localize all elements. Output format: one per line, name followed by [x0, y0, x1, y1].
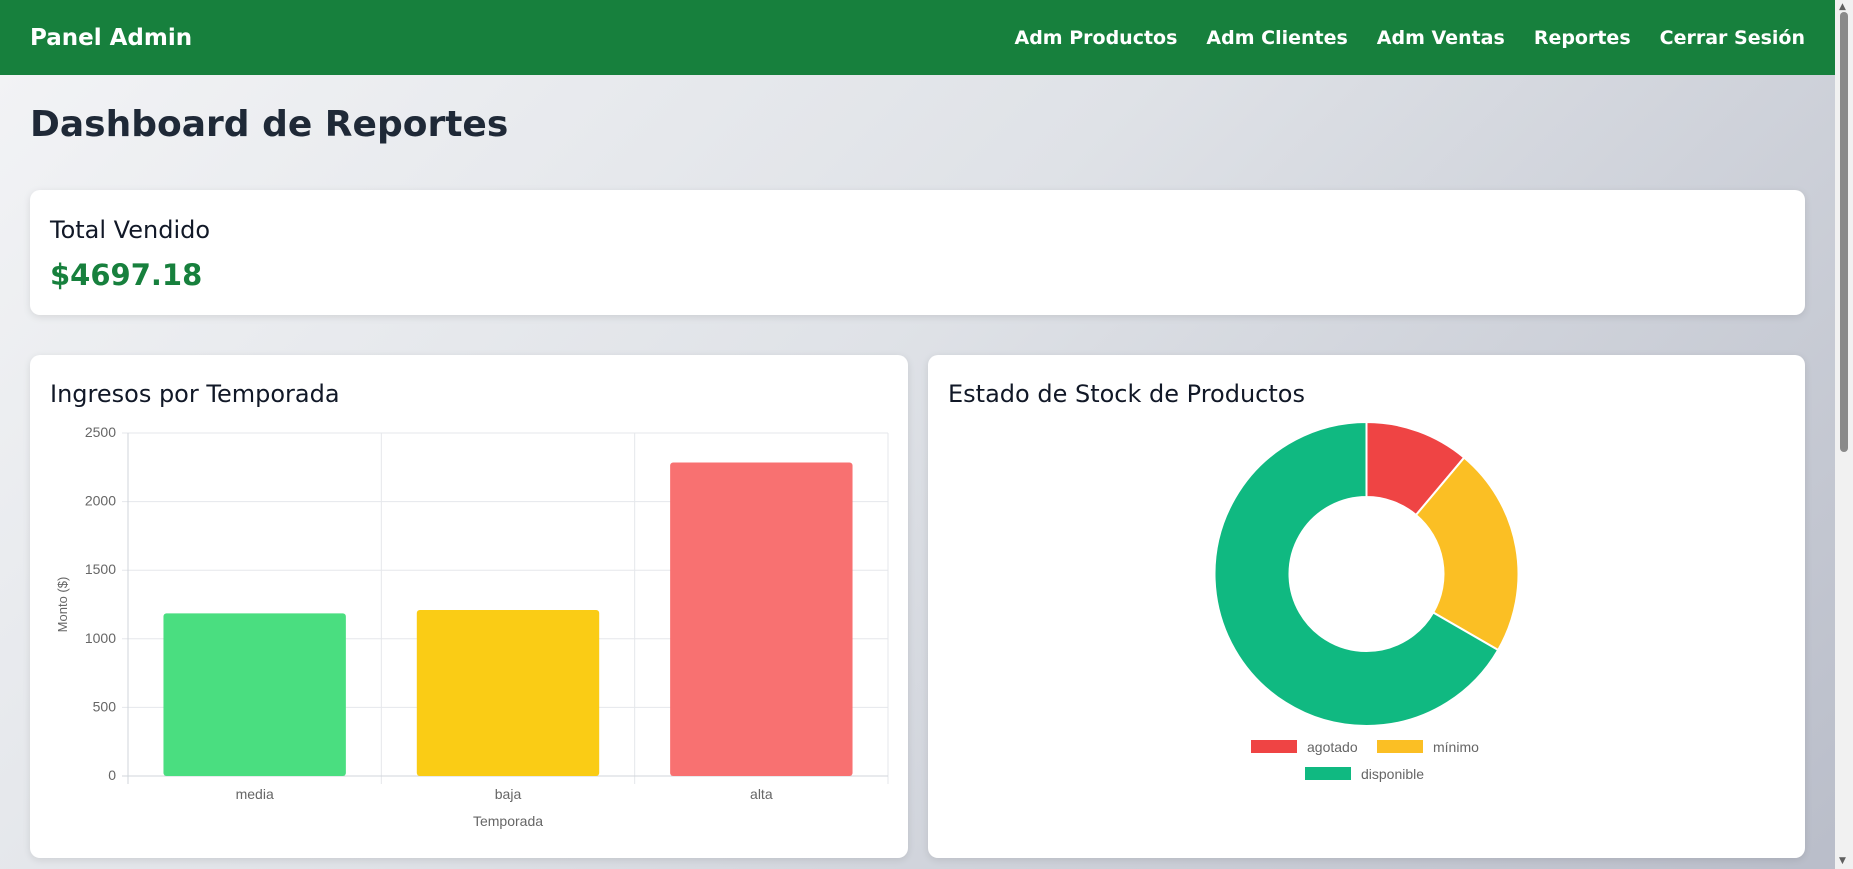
y-tick-label: 1500 [85, 561, 116, 577]
x-tick-label: alta [750, 786, 773, 802]
total-sold-label: Total Vendido [50, 216, 211, 244]
x-tick-label: baja [495, 786, 522, 802]
nav-adm-clientes[interactable]: Adm Clientes [1206, 27, 1347, 49]
y-axis-title: Monto ($) [55, 577, 70, 633]
y-tick-label: 2000 [85, 493, 116, 509]
page-title: Dashboard de Reportes [30, 104, 509, 145]
y-tick-label: 0 [108, 767, 116, 783]
navbar: Panel Admin Adm Productos Adm Clientes A… [0, 0, 1835, 75]
total-sold-card: Total Vendido $4697.18 [30, 190, 1805, 315]
bar-media [163, 613, 346, 776]
legend-label: agotado [1307, 739, 1358, 755]
x-axis-title: Temporada [473, 813, 543, 829]
revenue-by-season-card: Ingresos por Temporada 0 500 1000 1500 2000 2… [30, 355, 908, 858]
y-tick-label: 1000 [85, 630, 116, 646]
scrollbar-thumb[interactable] [1840, 12, 1848, 452]
nav-reportes[interactable]: Reportes [1534, 27, 1631, 49]
scroll-up-arrow-icon[interactable]: ▲ [1839, 2, 1846, 12]
legend-swatch-disponible [1305, 767, 1351, 780]
y-tick-label: 500 [93, 698, 117, 714]
bar-baja [416, 609, 600, 776]
stock-status-card: Estado de Stock de Productos agotado míni… [928, 355, 1805, 858]
legend-swatch-mínimo [1377, 740, 1423, 753]
legend-label: disponible [1361, 766, 1424, 782]
x-tick-label: media [236, 786, 274, 802]
bar-alta [670, 462, 853, 776]
nav-adm-productos[interactable]: Adm Productos [1015, 27, 1178, 49]
nav-cerrar-sesion[interactable]: Cerrar Sesión [1660, 27, 1805, 49]
legend-label: mínimo [1433, 739, 1479, 755]
revenue-bar-chart: 0 500 1000 1500 2000 2500 media baja alta Tempora… [55, 424, 889, 829]
stock-doughnut-chart: agotado mínimo disponible [1213, 420, 1520, 782]
vertical-scrollbar[interactable]: ▲ ▼ [1835, 0, 1853, 869]
y-tick-label: 2500 [85, 424, 116, 440]
nav-links: Adm Productos Adm Clientes Adm Ventas Re… [1015, 27, 1806, 49]
total-sold-value: $4697.18 [50, 258, 203, 292]
legend-swatch-agotado [1251, 740, 1297, 753]
scroll-down-arrow-icon[interactable]: ▼ [1839, 856, 1846, 866]
brand[interactable]: Panel Admin [30, 25, 192, 51]
nav-adm-ventas[interactable]: Adm Ventas [1377, 27, 1505, 49]
